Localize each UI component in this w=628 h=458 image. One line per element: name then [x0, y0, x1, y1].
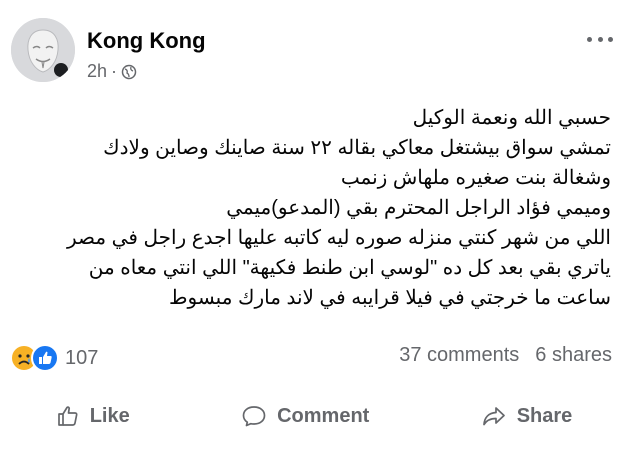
post-text: حسبي الله ونعمة الوكيل تمشي سواق بيشتغل … — [11, 103, 611, 313]
globe-icon[interactable] — [121, 64, 137, 80]
post-line: ساعت ما خرجتي في فيلا قرايبه في لاند مار… — [168, 287, 611, 309]
action-bar: Like Comment Share — [0, 390, 628, 442]
like-label: Like — [89, 404, 130, 427]
post-stats: 107 37 comments 6 shares — [10, 341, 612, 372]
shares-count[interactable]: 6 shares — [535, 344, 612, 367]
avatar[interactable] — [11, 18, 75, 82]
post-line: وميمي فؤاد الراجل المحترم بقي (المدعو)مي… — [226, 197, 611, 219]
author-name[interactable]: Kong Kong — [87, 28, 206, 54]
share-button[interactable]: Share — [467, 396, 587, 436]
post-line: حسبي الله ونعمة الوكيل — [412, 107, 611, 129]
share-arrow-icon — [482, 407, 505, 426]
post-line: وشغالة بنت صغيره ملهاش زنمب — [340, 167, 611, 189]
post-line: اللي من شهر كنتي منزله صوره ليه كاتبه عل… — [67, 227, 611, 249]
post-time[interactable]: 2h — [87, 61, 107, 82]
share-label: Share — [516, 404, 573, 427]
meta-separator: · — [111, 61, 118, 81]
engagement-counts: 37 comments 6 shares — [399, 344, 612, 367]
ellipsis-icon[interactable] — [587, 32, 613, 46]
comment-label: Comment — [277, 404, 370, 427]
post-header: Kong Kong 2h · — [11, 18, 617, 82]
reaction-count: 107 — [65, 346, 99, 369]
like-reaction-icon — [31, 344, 59, 372]
thumbs-up-icon — [57, 406, 78, 426]
reactions-summary[interactable]: 107 — [10, 344, 98, 372]
comment-bubble-icon — [242, 406, 266, 427]
post-line: تمشي سواق بيشتغل معاكي بقاله ٢٢ سنة صاين… — [103, 137, 611, 159]
comment-button[interactable]: Comment — [227, 396, 383, 436]
post-meta: 2h · — [87, 61, 137, 82]
comments-count[interactable]: 37 comments — [399, 344, 519, 367]
mask-avatar-icon — [11, 18, 75, 82]
like-button[interactable]: Like — [42, 396, 144, 436]
post-line: ياتري بقي بعد كل ده "لوسي ابن طنط فكيهة"… — [88, 257, 611, 279]
